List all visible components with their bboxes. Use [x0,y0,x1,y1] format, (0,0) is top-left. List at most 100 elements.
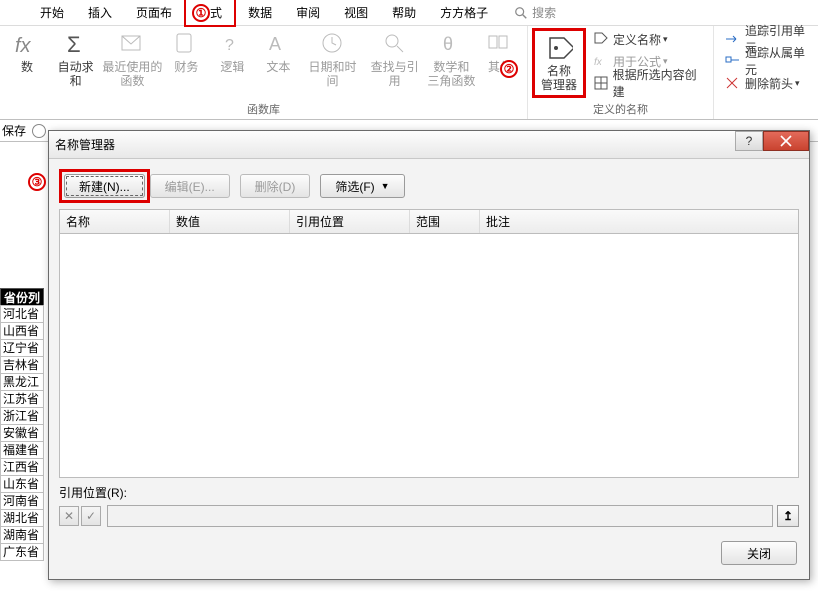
cell[interactable]: 广东省 [0,543,44,561]
grid-header: 名称 数值 引用位置 范围 批注 [59,209,799,234]
svg-text:fx: fx [594,57,603,68]
theta-icon: θ [437,30,465,58]
dialog-titlebar[interactable]: 名称管理器 ? [49,131,809,159]
search-label: 搜索 [532,4,556,21]
column-header[interactable]: 省份列 [0,288,44,306]
dialog-toolbar: 新建(N)... 编辑(E)... 删除(D) 筛选(F)▼ [49,159,809,209]
tab-view[interactable]: 视图 [332,0,380,25]
arrow-up-icon: ↥ [783,509,793,523]
autosum-button[interactable]: Σ 自动求和 [50,28,101,90]
col-name[interactable]: 名称 [60,210,170,233]
name-manager-dialog: 名称管理器 ? 新建(N)... 编辑(E)... 删除(D) 筛选(F)▼ 名… [48,130,810,580]
sheet-column: 省份列 河北省山西省辽宁省吉林省黑龙江江苏省浙江省安徽省福建省江西省山东省河南省… [0,144,44,561]
more-icon [486,30,514,58]
text-icon: A [264,30,292,58]
remove-arrows-button[interactable]: 删除箭头▾ [722,72,803,94]
search-box[interactable]: 搜索 [514,4,556,21]
sigma-icon: Σ [62,30,90,58]
cell[interactable]: 山西省 [0,322,44,340]
grid-body[interactable] [59,234,799,478]
close-button[interactable]: 关闭 [721,541,797,565]
tab-help[interactable]: 帮助 [380,0,428,25]
tab-review[interactable]: 审阅 [284,0,332,25]
cell[interactable]: 浙江省 [0,407,44,425]
svg-text:Σ: Σ [67,32,81,57]
cell[interactable]: 湖北省 [0,509,44,527]
col-refers[interactable]: 引用位置 [290,210,410,233]
tab-layout[interactable]: 页面布 [124,0,184,25]
financial-button[interactable]: 财务 [163,28,209,76]
trace-dep-icon [725,53,741,69]
chevron-down-icon: ▼ [381,181,390,191]
logic-icon: ? [218,30,246,58]
cell[interactable]: 山东省 [0,475,44,493]
accept-button[interactable]: ✕ [59,506,79,526]
insert-function-button[interactable]: fx 数 [4,28,50,76]
finance-icon [172,30,200,58]
lookup-icon [381,30,409,58]
help-icon: ? [746,134,753,148]
col-value[interactable]: 数值 [170,210,290,233]
cell[interactable]: 吉林省 [0,356,44,374]
logical-button[interactable]: ? 逻辑 [209,28,255,76]
cell[interactable]: 江苏省 [0,390,44,408]
trace-dependents-button[interactable]: 追踪从属单元 [722,50,814,72]
cell[interactable]: 江西省 [0,458,44,476]
search-icon [514,6,528,20]
cell[interactable]: 河北省 [0,305,44,323]
cell[interactable]: 湖南省 [0,526,44,544]
fx-icon: fx [13,30,41,58]
cell[interactable]: 辽宁省 [0,339,44,357]
cell[interactable]: 河南省 [0,492,44,510]
tag-icon [545,34,573,62]
defined-names-label: 定义的名称 [593,101,648,117]
col-comment[interactable]: 批注 [480,210,798,233]
dialog-close-button[interactable] [763,131,809,151]
name-manager-highlight: 名称 管理器 [532,28,586,98]
trace-prec-icon [725,31,741,47]
marker-3: ③ [28,173,46,191]
refers-to-input[interactable] [107,505,773,527]
function-library-label: 函数库 [247,101,280,117]
tab-insert[interactable]: 插入 [76,0,124,25]
col-scope[interactable]: 范围 [410,210,480,233]
lookup-button[interactable]: 查找与引用 [364,28,426,90]
radio-icon[interactable] [32,124,46,138]
define-name-button[interactable]: 定义名称▾ [590,28,709,50]
tab-start[interactable]: 开始 [28,0,76,25]
svg-text:A: A [269,34,281,54]
close-icon [780,135,792,147]
recent-icon [118,30,146,58]
svg-text:?: ? [225,37,234,54]
filter-button[interactable]: 筛选(F)▼ [320,174,404,198]
dialog-help-button[interactable]: ? [735,131,763,151]
marker-1: ① [192,4,210,22]
edit-button[interactable]: 编辑(E)... [150,174,230,198]
math-button[interactable]: θ 数学和 三角函数 [426,28,477,90]
grid-small-icon [593,75,609,91]
svg-text:fx: fx [15,35,32,57]
remove-arrows-icon [725,75,741,91]
recent-functions-button[interactable]: 最近使用的 函数 [101,28,163,90]
fx-small-icon: fx [593,53,609,69]
new-button-highlight: 新建(N)... [59,169,150,203]
datetime-button[interactable]: 日期和时间 [301,28,363,90]
check-icon: ✓ [86,509,96,523]
cancel-edit-button[interactable]: ✓ [81,506,101,526]
new-button[interactable]: 新建(N)... [64,174,145,198]
tab-addon[interactable]: 方方格子 [428,0,500,25]
cell[interactable]: 福建省 [0,441,44,459]
cell[interactable]: 安徽省 [0,424,44,442]
text-button[interactable]: A 文本 [255,28,301,76]
tab-data[interactable]: 数据 [236,0,284,25]
marker-2: ② [500,60,518,78]
name-manager-button[interactable]: 名称 管理器 [536,32,582,94]
ribbon-body: fx 数 Σ 自动求和 最近使用的 函数 财务 ? 逻辑 A 文本 [0,26,818,120]
refers-to-label: 引用位置(R): [59,486,127,500]
range-picker-button[interactable]: ↥ [777,505,799,527]
create-from-selection-button[interactable]: 根据所选内容创建 [590,72,709,94]
x-icon: ✕ [64,509,74,523]
save-label: 保存 [2,122,26,139]
cell[interactable]: 黑龙江 [0,373,44,391]
delete-button[interactable]: 删除(D) [240,174,311,198]
